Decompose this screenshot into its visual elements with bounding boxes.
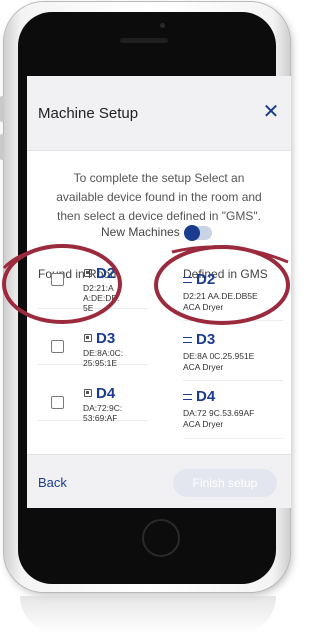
instructions-text: To complete the setup Select an availabl… [56,171,262,223]
dialog-footer: Back Finish setup [27,454,291,508]
found-device-mac: DE:8A:0C: 25:95:1E [83,348,124,368]
close-icon[interactable]: ✕ [260,101,282,123]
row-divider [183,380,283,381]
gms-device-name: D2 [196,271,216,288]
gms-device-name: D4 [196,388,216,405]
app-screen: Machine Setup ✕ To complete the setup Se… [27,76,291,508]
gms-device-d4[interactable]: D4 DA:72 9C.53.69AF ACA Dryer [183,387,283,437]
gms-device-mac: D2:21 AA.DE.DB5E [183,291,258,301]
gms-device-d3[interactable]: D3 DE:8A 0C.25.951E ACA Dryer [183,330,283,380]
new-machines-toggle[interactable] [184,225,212,241]
home-button[interactable] [142,519,180,557]
gms-device-d2[interactable]: D2 D2:21 AA.DE.DB5E ACA Dryer [183,270,283,320]
finish-setup-button[interactable]: Finish setup [173,469,277,497]
device-checkbox-d4[interactable] [51,396,64,409]
device-checkbox-d2[interactable] [51,273,64,286]
camera-icon [160,23,165,28]
found-device-name: D3 [96,330,116,347]
dialog-header: Machine Setup ✕ [27,76,291,151]
speaker-icon [120,38,168,43]
found-device-name: D4 [96,385,116,402]
gms-device-mac: DE:8A 0C.25.951E [183,351,255,361]
gms-device-type: ACA Dryer [183,419,224,429]
device-icon [84,389,92,397]
volume-button [0,134,4,160]
toggle-knob [184,225,200,241]
gms-device-type: ACA Dryer [183,302,224,312]
found-device-name: D2 [96,265,116,282]
device-checkbox-d3[interactable] [51,340,64,353]
dialog-title: Machine Setup [38,105,139,122]
found-device-mac: D2:21:A A:DE:DB: 5E [83,283,120,313]
new-machines-label: New Machines [101,225,180,239]
gms-device-type: ACA Dryer [183,362,224,372]
equals-icon [183,277,192,283]
equals-icon [183,394,192,400]
back-button[interactable]: Back [38,475,67,490]
gms-device-mac: DA:72 9C.53.69AF [183,408,255,418]
volume-button [0,96,4,122]
equals-icon [183,337,192,343]
list-fade [27,432,291,454]
device-icon [84,334,92,342]
row-divider [183,320,283,321]
device-icon [84,269,92,277]
phone-reflection [20,596,276,634]
gms-device-name: D3 [196,331,216,348]
found-device-mac: DA:72:9C: 53:69:AF [83,403,123,423]
